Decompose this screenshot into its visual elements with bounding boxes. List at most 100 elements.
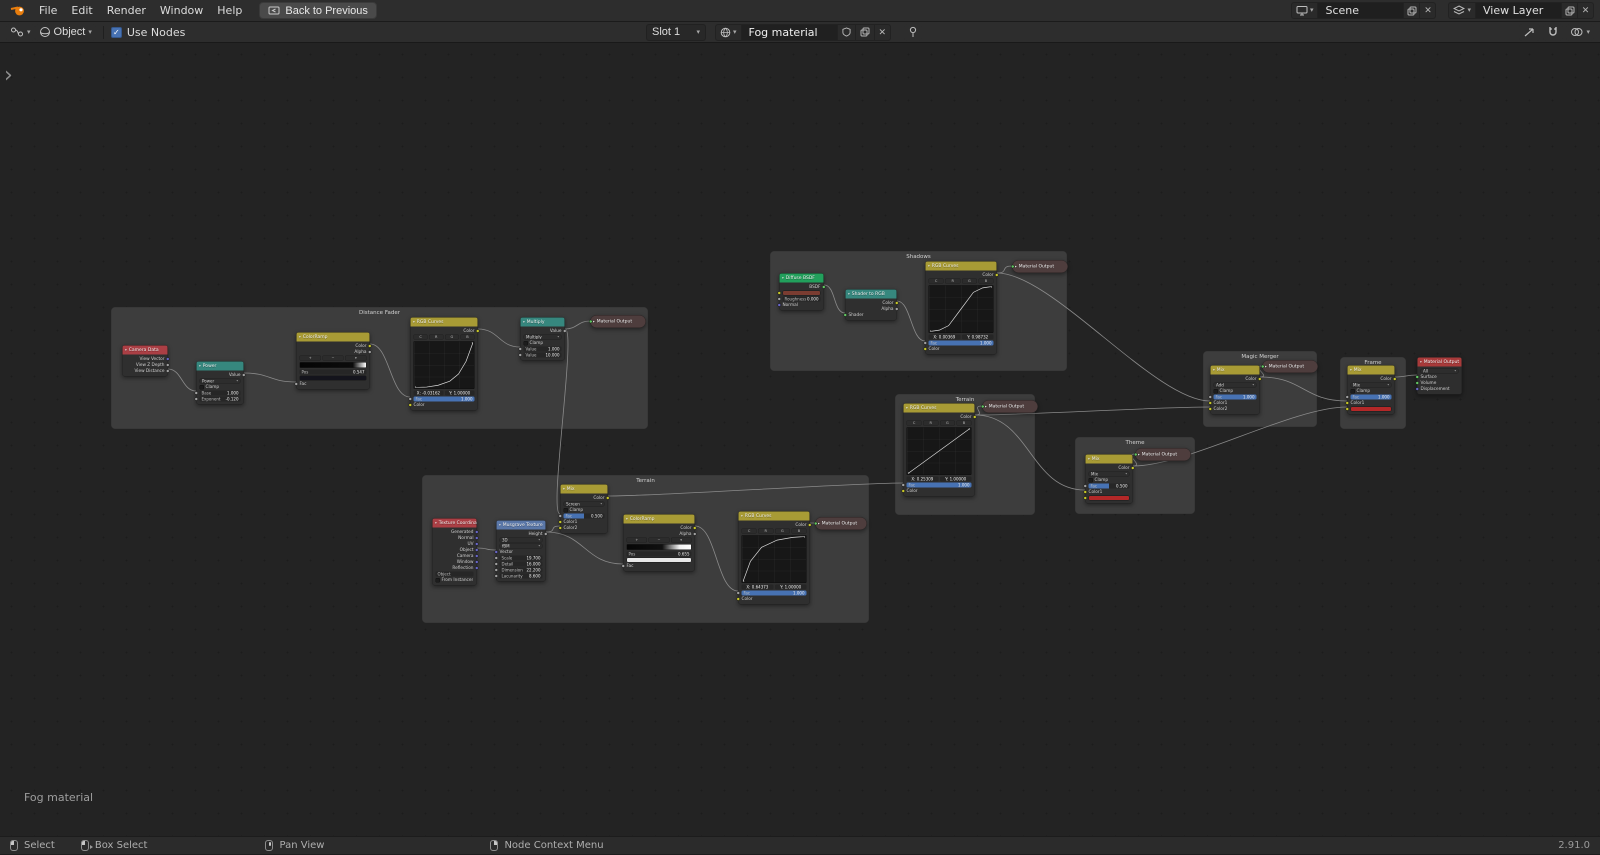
node-row-field[interactable]: Exponent -0.120 (194, 396, 244, 402)
color-ramp-gradient[interactable] (626, 544, 692, 550)
toolbar-button[interactable]: + (299, 355, 321, 361)
socket-output[interactable] (475, 566, 479, 570)
collapse-toggle-icon[interactable]: ▸ (1138, 453, 1140, 457)
collapse-toggle-icon[interactable]: ▾ (435, 521, 437, 525)
socket-input[interactable] (1261, 364, 1265, 369)
number-field[interactable]: Object (435, 571, 474, 577)
socket-input[interactable] (518, 353, 522, 357)
number-field[interactable]: Detail 16.000 (499, 561, 543, 567)
socket-input[interactable] (558, 514, 562, 518)
node-row-swatch[interactable] (1345, 406, 1395, 412)
socket-output[interactable] (476, 329, 480, 333)
toolbar-button[interactable]: R (945, 278, 961, 284)
toolbar-button[interactable]: − (322, 355, 344, 361)
collapse-toggle-icon[interactable]: ▾ (413, 320, 415, 324)
socket-input[interactable] (1415, 375, 1419, 379)
socket-input[interactable] (518, 347, 522, 351)
node-header[interactable]: ▸ Material Output (591, 316, 646, 328)
node-row-field[interactable]: Dimension 22.200 (494, 567, 546, 573)
toolbar-button[interactable]: G (774, 528, 790, 534)
socket-output[interactable] (606, 496, 610, 500)
node-header[interactable]: ▾ RGB Curves (738, 511, 810, 521)
socket-input[interactable] (1208, 401, 1212, 405)
socket-input[interactable] (981, 404, 985, 409)
unlink-scene-button[interactable]: ✕ (1420, 2, 1437, 19)
checkbox[interactable] (1088, 477, 1093, 483)
node-header[interactable]: ▾ RGB Curves (925, 261, 997, 271)
socket-input[interactable] (814, 521, 818, 526)
node-header[interactable]: ▾ ColorRamp (623, 514, 695, 524)
number-field[interactable]: Base 1.000 (199, 390, 241, 396)
dropdown[interactable]: 3D ▾ (499, 537, 543, 543)
socket-input[interactable] (1134, 452, 1138, 457)
collapse-toggle-icon[interactable]: ▾ (626, 517, 628, 521)
fac-slider[interactable]: Fac 1.000 (1350, 394, 1392, 400)
checkbox[interactable] (199, 384, 204, 390)
socket-input[interactable] (736, 591, 740, 595)
number-field[interactable]: X: 0.25309 (906, 476, 939, 482)
socket-input[interactable] (1083, 484, 1087, 488)
node-rgb-curves[interactable]: ▾ RGB Curves Color C R G B X: 0.00369 Y: 0.98732… (923, 261, 999, 355)
toolbar-button[interactable]: C (928, 278, 944, 284)
fac-slider[interactable]: Fac 1.000 (413, 396, 475, 402)
node-row-field[interactable]: Value 10.000 (518, 352, 565, 358)
node-header[interactable]: ▾ Mix (560, 484, 608, 494)
socket-input[interactable] (777, 291, 781, 295)
socket-input[interactable] (901, 489, 905, 493)
toolbar-button[interactable]: G (444, 334, 459, 340)
socket-input[interactable] (843, 313, 847, 317)
number-field[interactable]: Y: 0.98732 (961, 334, 994, 340)
fac-slider[interactable]: Fac 1.000 (928, 340, 994, 346)
socket-input[interactable] (558, 520, 562, 524)
toolbar-button[interactable]: C (413, 334, 428, 340)
socket-input[interactable] (621, 564, 625, 568)
sidebar-toggle-arrow[interactable]: › (4, 65, 13, 87)
toolbar-button[interactable]: C (906, 420, 922, 426)
object-mode-dropdown[interactable]: Object ▾ (34, 23, 96, 41)
node-material-output[interactable]: ▾ Material Output All ▾ Surface Volume Displac… (1415, 357, 1462, 395)
node-mix[interactable]: ▾ Mix Color Mix ▾ Clamp Fac 1.000 Color1 (1345, 365, 1397, 415)
socket-output[interactable] (973, 415, 977, 419)
number-field[interactable]: Exponent -0.120 (199, 396, 241, 402)
back-to-previous-button[interactable]: Back to Previous (259, 2, 377, 19)
slot-dropdown[interactable]: Slot 1 ▾ (646, 23, 706, 41)
socket-input[interactable] (408, 397, 412, 401)
node-header[interactable]: ▾Texture Coordinate (432, 518, 477, 528)
dropdown[interactable]: fBM ▾ (499, 543, 543, 549)
menu-help[interactable]: Help (210, 2, 249, 19)
toolbar-button[interactable]: G (939, 420, 955, 426)
node-material-output[interactable]: ▸ Material Output (981, 400, 1038, 413)
socket-output[interactable] (242, 373, 246, 377)
node-shader-to-rgb[interactable]: ▾ Shader to RGB Color Alpha Shader (843, 289, 899, 321)
checkbox[interactable] (1213, 388, 1218, 394)
node-material-output[interactable]: ▸ Material Output (1011, 260, 1068, 273)
number-field[interactable]: Y: 1.00000 (774, 584, 807, 590)
collapse-toggle-icon[interactable]: ▾ (199, 364, 201, 368)
curve-editor[interactable] (906, 427, 972, 475)
browse-material-button[interactable]: ▾ (715, 23, 742, 41)
color-swatch[interactable] (782, 290, 821, 296)
socket-output[interactable] (475, 560, 479, 564)
socket-input[interactable] (923, 347, 927, 351)
collapse-toggle-icon[interactable]: ▸ (1265, 365, 1267, 369)
toolbar-button[interactable]: B (791, 528, 807, 534)
view-layer-name-field[interactable]: View Layer (1476, 2, 1562, 19)
node-row-check[interactable]: From Instancer (433, 577, 477, 583)
node-header[interactable]: ▸ Material Output (1136, 449, 1191, 461)
socket-input[interactable] (1208, 407, 1212, 411)
node-material-output[interactable]: ▸ Material Output (589, 315, 646, 328)
socket-output[interactable] (895, 301, 899, 305)
toolbar-button[interactable]: B (978, 278, 994, 284)
snap-arrow-icon-button[interactable] (1519, 23, 1541, 41)
node-texture-coordinate[interactable]: ▾Texture CoordinateGeneratedNormalUVObje… (432, 518, 479, 586)
node-mix[interactable]: ▾ Mix Color Screen ▾ Clamp Fac 0.500 Color1 Color… (558, 484, 610, 534)
number-field[interactable]: X: -0.03162 (413, 390, 444, 396)
node-header[interactable]: ▸ Material Output (1263, 361, 1318, 373)
collapse-toggle-icon[interactable]: ▸ (818, 522, 820, 526)
socket-input[interactable] (1345, 395, 1349, 399)
node-multiply[interactable]: ▾ Multiply Value Multiply ▾ Clamp Value 1.000 Va… (518, 317, 567, 361)
socket-output[interactable] (995, 273, 999, 277)
number-field[interactable]: X: 0.00369 (928, 334, 961, 340)
fac-slider[interactable]: Fac 0.500 (1088, 483, 1130, 489)
node-row-gradient[interactable] (297, 361, 370, 369)
